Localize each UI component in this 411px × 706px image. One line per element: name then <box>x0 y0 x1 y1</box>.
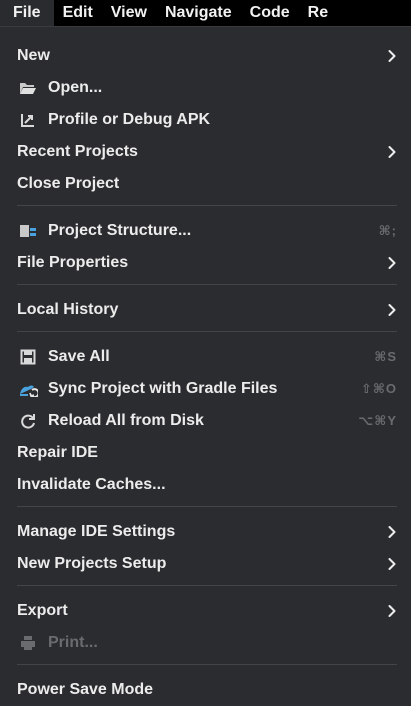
menu-item-print: Print... <box>0 627 411 659</box>
menu-item-label: Sync Project with Gradle Files <box>48 380 278 397</box>
menu-item-label: Local History <box>17 301 119 318</box>
chevron-right-icon <box>387 145 397 159</box>
menu-item-label: Export <box>17 602 68 619</box>
shortcut-label: ⌥⌘Y <box>358 413 397 428</box>
chevron-right-icon <box>387 256 397 270</box>
menubar-view[interactable]: View <box>102 0 156 26</box>
menu-item-export[interactable]: Export <box>0 595 411 627</box>
menu-item-new[interactable]: New <box>0 40 411 72</box>
menu-item-profile-debug-apk[interactable]: Profile or Debug APK <box>0 104 411 136</box>
shortcut-label: ⇧⌘O <box>360 381 397 396</box>
menu-separator <box>17 506 397 507</box>
menu-item-label: Print... <box>48 634 98 651</box>
menu-item-label: New <box>17 47 50 64</box>
file-menu-dropdown: New Open... Profile or Debug APK Recent … <box>0 26 411 706</box>
chevron-right-icon <box>387 525 397 539</box>
menu-item-recent-projects[interactable]: Recent Projects <box>0 136 411 168</box>
menu-separator <box>17 664 397 665</box>
menu-item-label: Power Save Mode <box>17 681 154 698</box>
project-structure-icon <box>17 222 39 240</box>
menu-item-local-history[interactable]: Local History <box>0 294 411 326</box>
menu-separator <box>17 284 397 285</box>
menu-item-save-all[interactable]: Save All ⌘S <box>0 341 411 373</box>
shortcut-label: ⌘S <box>374 349 397 364</box>
menu-item-label: Repair IDE <box>17 444 98 461</box>
menu-item-power-save-mode[interactable]: Power Save Mode <box>0 674 411 706</box>
menubar-navigate[interactable]: Navigate <box>156 0 241 26</box>
menu-item-label: Save All <box>48 348 110 365</box>
save-icon <box>17 348 39 366</box>
menu-item-label: Profile or Debug APK <box>48 111 211 128</box>
menu-item-repair-ide[interactable]: Repair IDE <box>0 437 411 469</box>
menu-separator <box>17 205 397 206</box>
menubar-file[interactable]: File <box>0 0 54 26</box>
reload-icon <box>17 412 39 430</box>
menu-item-file-properties[interactable]: File Properties <box>0 247 411 279</box>
chevron-right-icon <box>387 49 397 63</box>
menubar-edit[interactable]: Edit <box>54 0 102 26</box>
menu-item-reload-from-disk[interactable]: Reload All from Disk ⌥⌘Y <box>0 405 411 437</box>
menu-item-label: Manage IDE Settings <box>17 523 176 540</box>
menu-item-label: New Projects Setup <box>17 555 167 572</box>
menu-separator <box>17 585 397 586</box>
menu-item-close-project[interactable]: Close Project <box>0 168 411 200</box>
menu-item-label: Project Structure... <box>48 222 192 239</box>
menu-item-new-projects-setup[interactable]: New Projects Setup <box>0 548 411 580</box>
menu-item-open[interactable]: Open... <box>0 72 411 104</box>
menu-item-label: Recent Projects <box>17 143 138 160</box>
menu-item-invalidate-caches[interactable]: Invalidate Caches... <box>0 469 411 501</box>
menu-item-manage-ide-settings[interactable]: Manage IDE Settings <box>0 516 411 548</box>
menu-item-label: Reload All from Disk <box>48 412 204 429</box>
chevron-right-icon <box>387 303 397 317</box>
shortcut-label: ⌘; <box>378 223 397 238</box>
menu-item-label: Open... <box>48 79 103 96</box>
printer-icon <box>17 634 39 652</box>
menubar-refactor[interactable]: Re <box>299 0 337 26</box>
menubar-code[interactable]: Code <box>241 0 299 26</box>
menu-item-sync-gradle[interactable]: Sync Project with Gradle Files ⇧⌘O <box>0 373 411 405</box>
menu-separator <box>17 331 397 332</box>
menu-item-label: Invalidate Caches... <box>17 476 166 493</box>
profile-apk-icon <box>17 111 39 129</box>
menu-item-label: Close Project <box>17 175 120 192</box>
folder-icon <box>17 79 39 97</box>
menu-bar: File Edit View Navigate Code Re <box>0 0 411 26</box>
gradle-sync-icon <box>17 380 39 398</box>
menu-item-label: File Properties <box>17 254 129 271</box>
menu-item-project-structure[interactable]: Project Structure... ⌘; <box>0 215 411 247</box>
chevron-right-icon <box>387 557 397 571</box>
chevron-right-icon <box>387 604 397 618</box>
